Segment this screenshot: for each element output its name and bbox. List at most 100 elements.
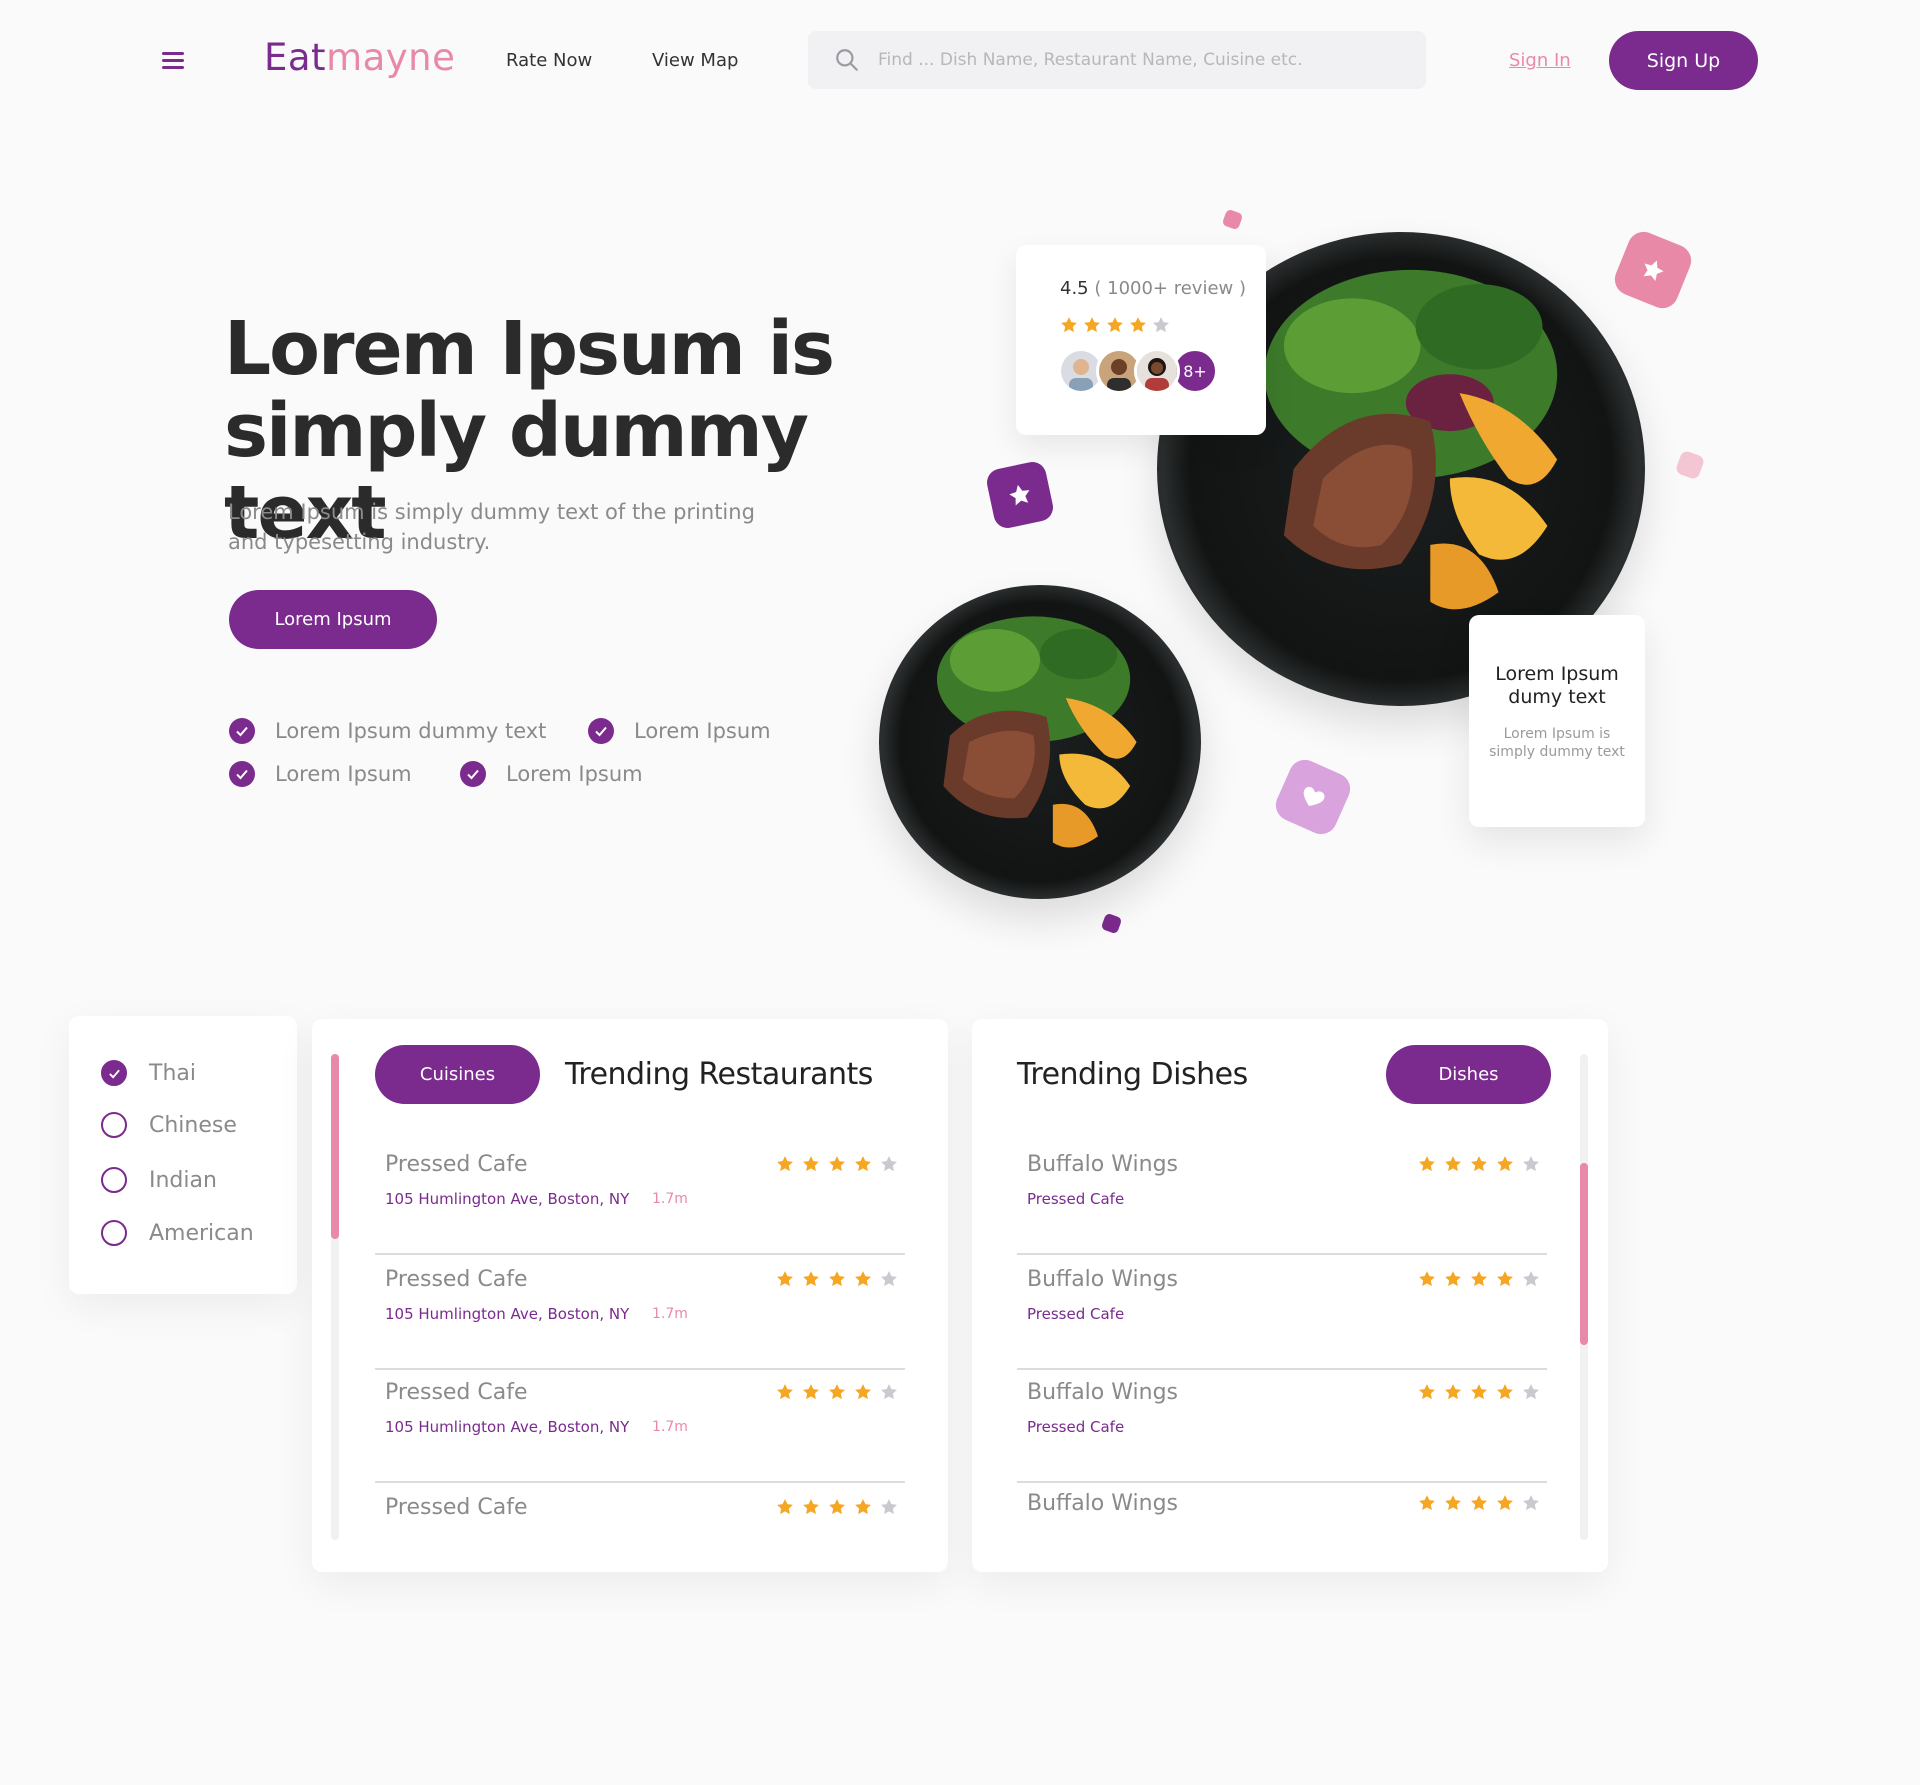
dish-restaurant: Pressed Cafe [1027,1418,1125,1436]
star-filled-icon [777,1271,793,1287]
scrollbar-thumb[interactable] [1580,1163,1588,1345]
star-empty-icon [881,1156,897,1172]
star-filled-icon [1497,1271,1513,1287]
star-filled-icon [1419,1271,1435,1287]
filter-option-label: American [149,1220,254,1246]
scrollbar-track[interactable] [331,1054,339,1540]
restaurant-distance: 1.7m [652,1306,688,1322]
star-filled-icon [777,1384,793,1400]
feature-item: Lorem Ipsum [229,761,412,787]
restaurant-name[interactable]: Pressed Cafe [385,1495,528,1520]
dish-name[interactable]: Buffalo Wings [1027,1380,1178,1405]
food-plate-image-small [879,585,1201,899]
star-filled-icon [829,1271,845,1287]
star-filled-icon [1497,1384,1513,1400]
dish-name[interactable]: Buffalo Wings [1027,1491,1178,1516]
restaurant-list-item[interactable]: Pressed Cafe 105 Humlington Ave, Boston,… [375,1255,905,1370]
star-filled-icon [803,1384,819,1400]
restaurant-list-item[interactable]: Pressed Cafe [375,1483,905,1553]
panel-title: Trending Dishes [1017,1057,1248,1092]
star-empty-icon [1523,1156,1539,1172]
hero-subtitle: Lorem Ipsum is simply dummy text of the … [228,500,755,554]
restaurant-address: 105 Humlington Ave, Boston, NY [385,1418,630,1436]
star-filled-icon [1497,1156,1513,1172]
dish-list-item[interactable]: Buffalo Wings [1017,1479,1547,1549]
hero-cta-button[interactable]: Lorem Ipsum [229,590,437,649]
feature-item: Lorem Ipsum [460,761,643,787]
star-badge-icon [1610,227,1696,313]
checkbox-icon[interactable] [101,1220,127,1246]
scrollbar-track[interactable] [1580,1054,1588,1540]
star-empty-icon [881,1384,897,1400]
restaurant-distance: 1.7m [652,1191,688,1207]
feature-label: Lorem Ipsum dummy text [275,719,547,743]
sign-up-button[interactable]: Sign Up [1609,31,1758,90]
checkbox-icon[interactable] [101,1112,127,1138]
star-badge-icon [984,459,1056,531]
nav-view-map[interactable]: View Map [652,50,738,71]
panel-title: Trending Restaurants [565,1057,873,1092]
rating-stars [1417,1493,1541,1513]
star-filled-icon [1471,1384,1487,1400]
star-filled-icon [855,1156,871,1172]
star-filled-icon [855,1271,871,1287]
restaurant-list-item[interactable]: Pressed Cafe 105 Humlington Ave, Boston,… [375,1140,905,1255]
rating-stars [1417,1154,1541,1174]
star-empty-icon [1523,1271,1539,1287]
dish-list-item[interactable]: Buffalo Wings Pressed Cafe [1017,1368,1547,1483]
logo[interactable]: Eatmayne [264,36,455,79]
rating-stars [1417,1382,1541,1402]
rating-stars [775,1269,899,1289]
star-filled-icon [829,1384,845,1400]
restaurant-list-item[interactable]: Pressed Cafe 105 Humlington Ave, Boston,… [375,1368,905,1483]
checkbox-checked-icon[interactable] [101,1060,127,1086]
rating-stars [775,1497,899,1517]
rating-score: 4.5 [1060,278,1089,299]
dish-list-item[interactable]: Buffalo Wings Pressed Cafe [1017,1255,1547,1370]
scrollbar-thumb[interactable] [331,1054,339,1239]
restaurant-name[interactable]: Pressed Cafe [385,1152,528,1177]
checkbox-icon[interactable] [101,1167,127,1193]
reviewer-avatars: 8+ [1058,348,1218,394]
trending-dishes-panel: Trending Dishes Dishes Buffalo Wings Pre… [972,1019,1608,1572]
restaurant-name[interactable]: Pressed Cafe [385,1267,528,1292]
hamburger-menu-icon[interactable] [162,52,184,70]
info-card-subtitle: Lorem Ipsum is simply dummy text [1489,726,1625,760]
star-filled-icon [1084,317,1100,333]
filter-option-chinese[interactable]: Chinese [101,1112,237,1138]
rating-stars [775,1382,899,1402]
dish-name[interactable]: Buffalo Wings [1027,1152,1178,1177]
sign-in-link[interactable]: Sign In [1509,50,1571,71]
star-filled-icon [1445,1156,1461,1172]
nav-rate-now[interactable]: Rate Now [506,50,592,71]
heart-badge-icon [1270,754,1356,840]
dish-list-item[interactable]: Buffalo Wings Pressed Cafe [1017,1140,1547,1255]
star-filled-icon [1419,1384,1435,1400]
filter-option-thai[interactable]: Thai [101,1060,196,1086]
star-filled-icon [803,1271,819,1287]
star-filled-icon [1445,1384,1461,1400]
dish-name[interactable]: Buffalo Wings [1027,1267,1178,1292]
filter-option-american[interactable]: American [101,1220,254,1246]
info-card-title: Lorem Ipsum dumy text [1495,663,1619,708]
check-circle-icon [229,761,255,787]
restaurant-name[interactable]: Pressed Cafe [385,1380,528,1405]
dishes-tab-button[interactable]: Dishes [1386,1045,1551,1104]
star-empty-icon [1153,317,1169,333]
avatar [1134,348,1180,394]
info-card: Lorem Ipsum dumy text Lorem Ipsum is sim… [1469,615,1645,827]
cuisines-tab-button[interactable]: Cuisines [375,1045,540,1104]
search-bar[interactable] [808,31,1426,89]
star-empty-icon [881,1499,897,1515]
search-input[interactable] [878,50,1398,70]
star-filled-icon [777,1499,793,1515]
filter-option-label: Thai [149,1060,196,1086]
star-filled-icon [829,1156,845,1172]
hero-title-line-1: Lorem Ipsum is [224,306,835,392]
feature-item: Lorem Ipsum [588,718,771,744]
star-filled-icon [1130,317,1146,333]
star-filled-icon [803,1156,819,1172]
restaurant-distance: 1.7m [652,1419,688,1435]
filter-option-indian[interactable]: Indian [101,1167,217,1193]
check-circle-icon [229,718,255,744]
